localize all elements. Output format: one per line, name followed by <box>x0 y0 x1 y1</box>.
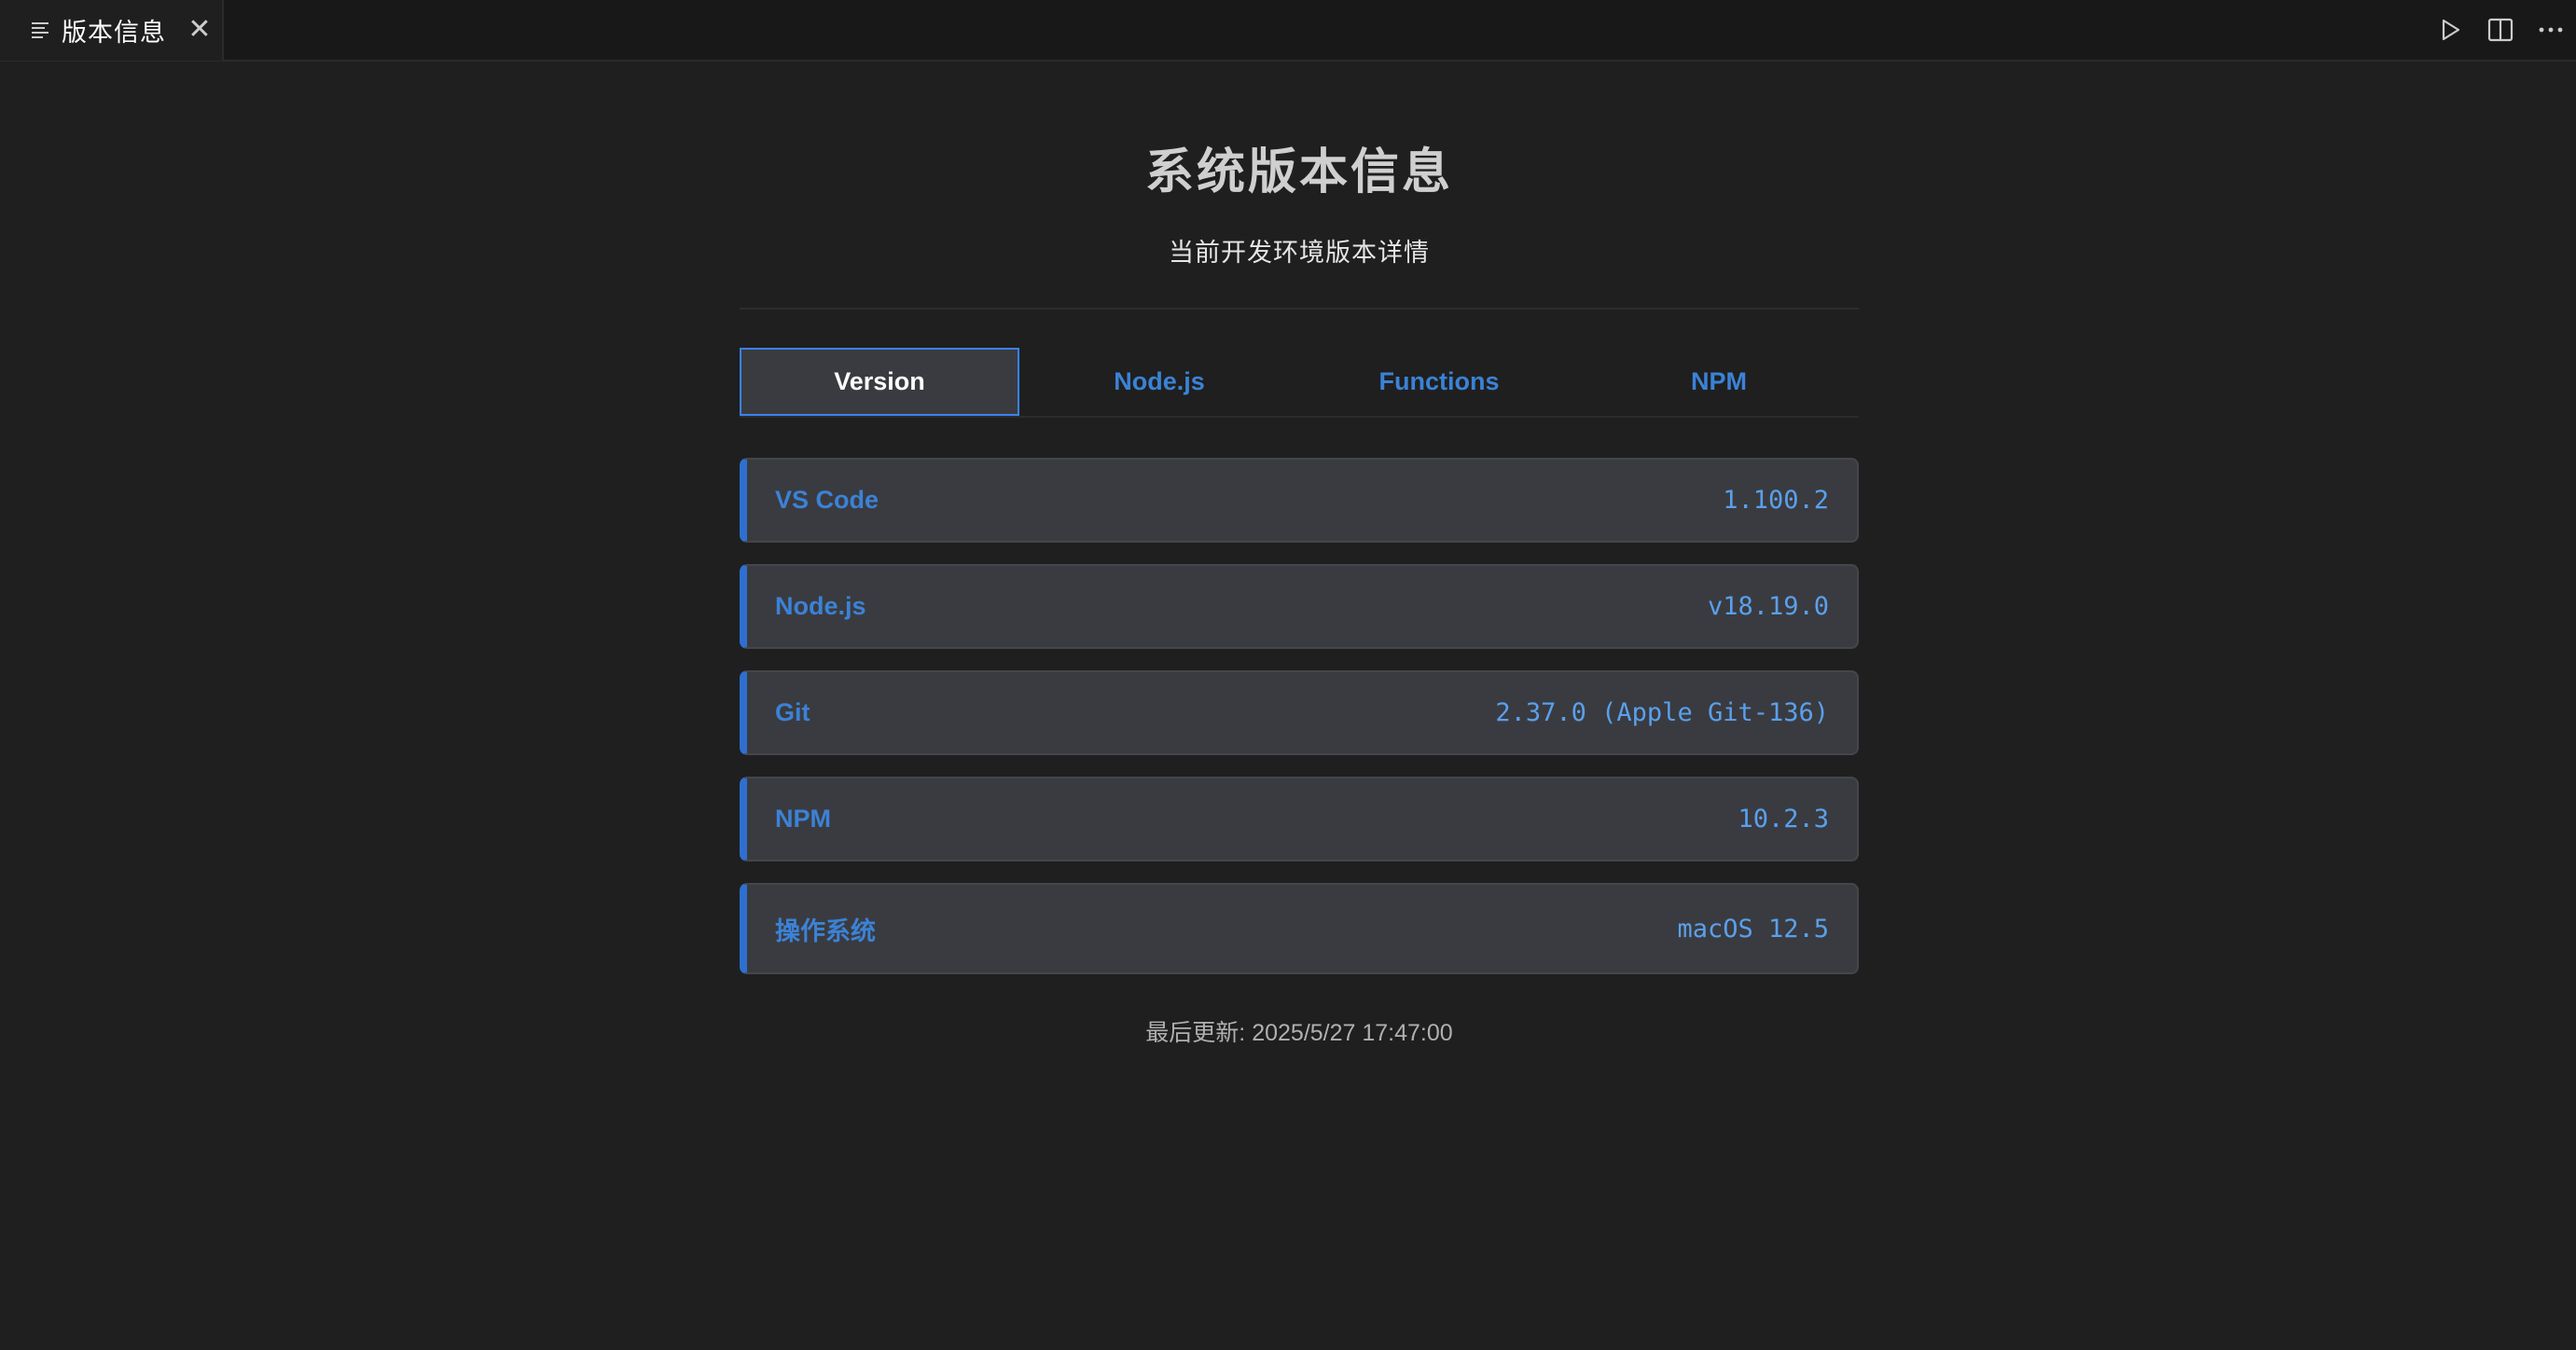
editor-actions <box>2425 0 2576 60</box>
row-label: 操作系统 <box>775 916 876 945</box>
row-value: 1.100.2 <box>1723 486 1829 515</box>
row-label: Node.js <box>775 592 866 620</box>
version-row-os: 操作系统 macOS 12.5 <box>740 883 1859 974</box>
last-updated: 最后更新: 2025/5/27 17:47:00 <box>740 1014 1859 1048</box>
split-editor-icon[interactable] <box>2475 5 2526 55</box>
header-divider <box>740 308 1859 310</box>
last-updated-time: 2025/5/27 17:47:00 <box>1252 1020 1453 1046</box>
editor-tab-bar: 版本信息 ✕ <box>0 0 2576 62</box>
row-value: 10.2.3 <box>1738 805 1829 833</box>
run-icon[interactable] <box>2425 5 2475 55</box>
row-label: Git <box>775 698 810 726</box>
webview-content: 系统版本信息 当前开发环境版本详情 Version Node.js Functi… <box>0 62 2576 1350</box>
row-value: v18.19.0 <box>1707 592 1829 621</box>
tab-version[interactable]: Version <box>740 348 1019 416</box>
last-updated-label: 最后更新: <box>1145 1020 1253 1046</box>
version-row-git: Git 2.37.0 (Apple Git-136) <box>740 670 1859 755</box>
close-icon[interactable]: ✕ <box>185 15 215 45</box>
version-row-npm: NPM 10.2.3 <box>740 777 1859 861</box>
row-label: NPM <box>775 805 831 833</box>
version-row-vscode: VS Code 1.100.2 <box>740 458 1859 543</box>
editor-window: 版本信息 ✕ 系统版本信息 当前开发环境版本详情 Version Node.js… <box>0 0 2576 1350</box>
editor-tab-title: 版本信息 <box>62 19 166 47</box>
list-icon <box>32 21 50 39</box>
tab-strip: Version Node.js Functions NPM <box>740 348 1859 418</box>
editor-tab-version-info[interactable]: 版本信息 ✕ <box>0 0 224 61</box>
tab-npm[interactable]: NPM <box>1579 348 1859 416</box>
page-title: 系统版本信息 <box>1144 145 1453 200</box>
page-subtitle: 当前开发环境版本详情 <box>1169 239 1430 267</box>
more-actions-icon[interactable] <box>2526 5 2576 55</box>
row-value: macOS 12.5 <box>1677 914 1829 944</box>
tab-functions[interactable]: Functions <box>1299 348 1579 416</box>
row-value: 2.37.0 (Apple Git-136) <box>1495 698 1829 727</box>
version-row-nodejs: Node.js v18.19.0 <box>740 564 1859 649</box>
row-label: VS Code <box>775 486 879 514</box>
tab-nodejs[interactable]: Node.js <box>1019 348 1299 416</box>
